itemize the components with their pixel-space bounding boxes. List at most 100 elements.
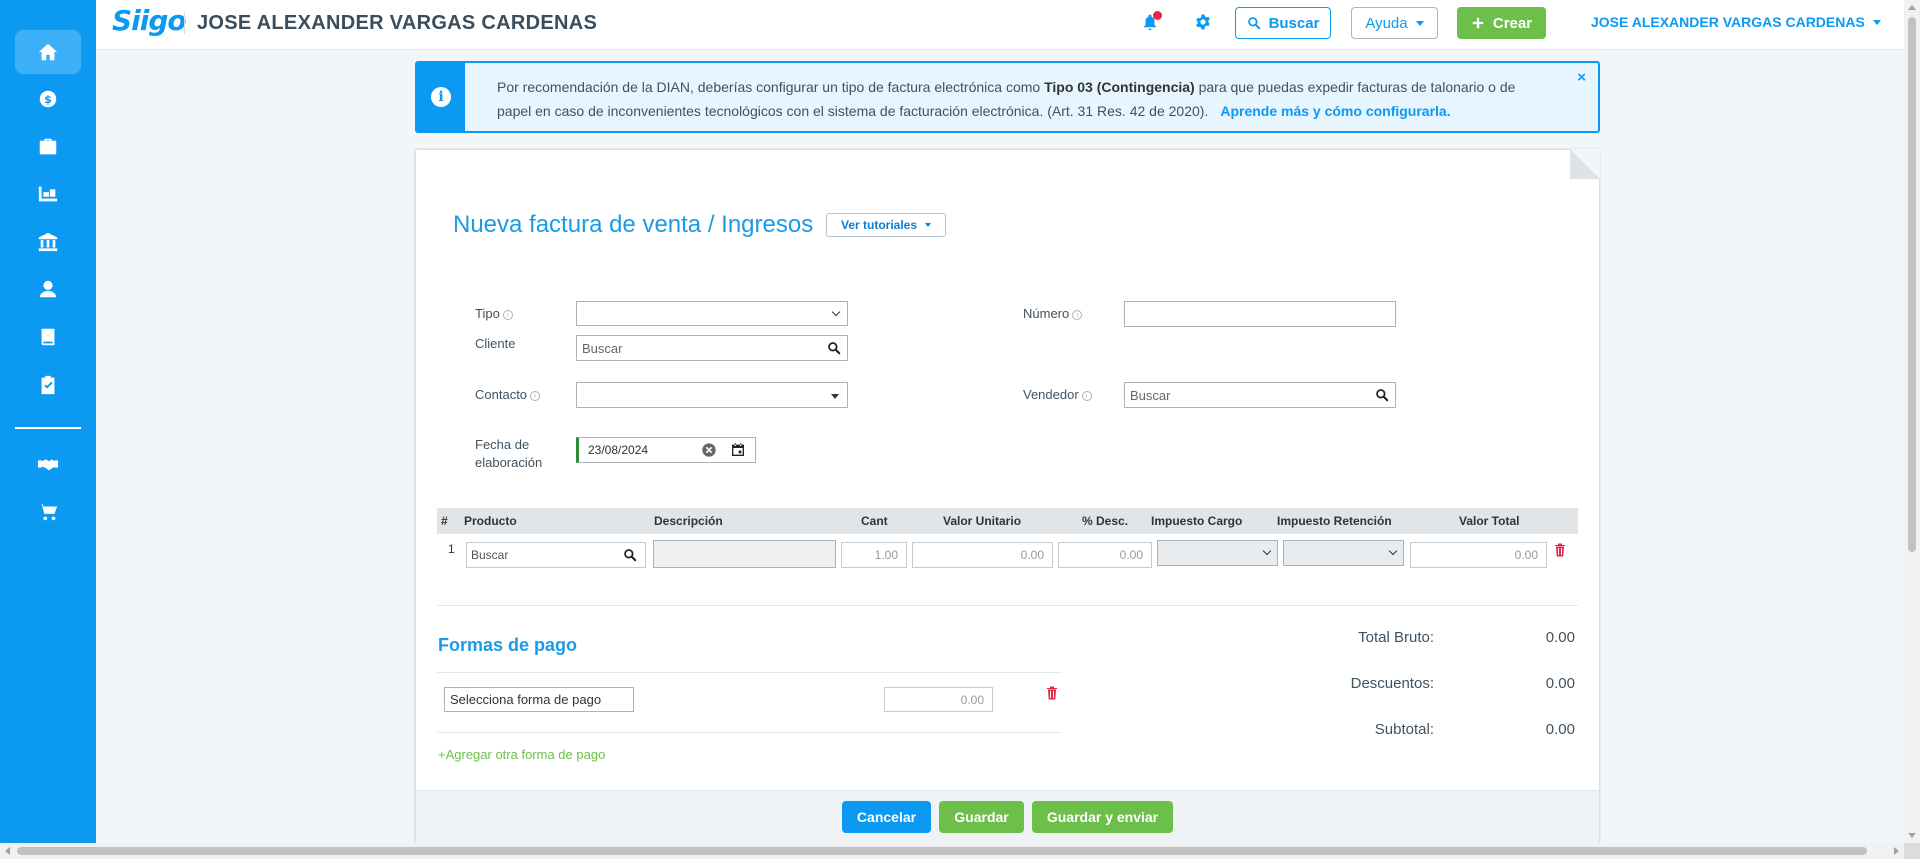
banner-close-icon[interactable]: × <box>1577 69 1586 86</box>
payment-divider-top <box>437 672 1062 673</box>
fecha-date-input[interactable]: 23/08/2024 <box>576 437 756 463</box>
sidebar-divider <box>15 427 81 429</box>
payment-amount-input[interactable]: 0.00 <box>884 687 993 712</box>
items-table-header: # Producto Descripción Cant Valor Unitar… <box>437 508 1578 534</box>
help-dropdown[interactable]: Ayuda <box>1351 7 1438 39</box>
header-search-button[interactable]: Buscar <box>1235 7 1331 39</box>
invoice-form-card: Nueva factura de venta / Ingresos Ver tu… <box>416 149 1600 843</box>
sidebar-item-contacts[interactable] <box>15 267 81 311</box>
payment-divider-bottom <box>437 732 1062 733</box>
sidebar-item-bank[interactable] <box>15 220 81 264</box>
notifications-button[interactable] <box>1141 11 1162 33</box>
clear-circle-icon[interactable] <box>701 442 717 458</box>
numero-input[interactable] <box>1124 301 1396 327</box>
impuesto-cargo-select[interactable] <box>1157 540 1278 566</box>
company-name: JOSE ALEXANDER VARGAS CARDENAS <box>197 12 598 34</box>
vertical-scrollbar[interactable] <box>1904 0 1920 843</box>
sidebar-item-home[interactable] <box>15 30 81 74</box>
page-fold-corner <box>1570 149 1600 179</box>
info-icon: i <box>1081 391 1092 401</box>
producto-search-input[interactable]: Buscar <box>466 542 646 568</box>
scroll-left-arrow-icon[interactable] <box>5 847 10 855</box>
tutorials-label: Ver tutoriales <box>840 218 918 232</box>
chevron-down-icon <box>1262 546 1272 556</box>
col-valor-unitario: Valor Unitario <box>943 514 1022 528</box>
save-and-send-button[interactable]: Guardar y enviar <box>1032 801 1173 833</box>
banner-text-bold: Tipo 03 (Contingencia) <box>1044 79 1195 95</box>
calendar-icon[interactable] <box>730 442 746 458</box>
page-title: Nueva factura de venta / Ingresos <box>453 211 814 238</box>
cant-input[interactable]: 1.00 <box>841 542 907 568</box>
tutorials-dropdown[interactable]: Ver tutoriales <box>826 213 946 237</box>
total-bruto-value: 0.00 <box>1545 629 1575 646</box>
add-payment-method-link[interactable]: +Agregar otra forma de pago <box>438 747 605 762</box>
descuentos-value: 0.00 <box>1545 675 1575 692</box>
gear-icon <box>1196 14 1210 30</box>
banner-message: Por recomendación de la DIAN, deberías c… <box>497 75 1547 123</box>
caret-down-icon <box>831 394 839 399</box>
vendedor-search-input[interactable]: Buscar <box>1124 382 1396 408</box>
horizontal-scrollbar[interactable] <box>0 843 1904 859</box>
scroll-up-arrow-icon[interactable] <box>1908 5 1916 10</box>
sidebar-item-tasks[interactable] <box>15 363 81 407</box>
tipo-select[interactable] <box>576 301 848 326</box>
trash-icon[interactable] <box>1554 543 1566 557</box>
sidebar: $ <box>0 0 96 843</box>
banner-text-pre: Por recomendación de la DIAN, deberías c… <box>497 79 1045 95</box>
scrollbar-corner <box>1904 843 1920 859</box>
info-icon: i <box>1072 310 1083 320</box>
vendedor-label: Vendedor i <box>1023 387 1092 402</box>
trash-icon[interactable] <box>1046 686 1058 700</box>
col-descripcion: Descripción <box>654 514 723 528</box>
plus-icon <box>1472 17 1484 29</box>
cliente-label: Cliente <box>475 336 516 351</box>
sidebar-item-store[interactable] <box>15 490 81 534</box>
contacto-select[interactable] <box>576 382 848 408</box>
save-button[interactable]: Guardar <box>939 801 1024 833</box>
sidebar-item-accounting[interactable] <box>15 315 81 359</box>
siigo-logo[interactable]: Siigo <box>112 4 187 44</box>
payment-section-title: Formas de pago <box>438 635 578 655</box>
valor-unitario-input[interactable]: 0.00 <box>912 542 1053 568</box>
handshake-icon <box>37 459 59 471</box>
chevron-down-icon <box>831 307 841 317</box>
banner-learn-more-link[interactable]: Aprende más y cómo configurarla. <box>1220 103 1450 119</box>
sidebar-item-income[interactable]: $ <box>15 77 81 121</box>
valor-total-input: 0.00 <box>1410 542 1547 568</box>
scroll-right-arrow-icon[interactable] <box>1894 847 1899 855</box>
cancel-button[interactable]: Cancelar <box>842 801 931 833</box>
fecha-label: Fecha de elaboración <box>475 437 543 470</box>
create-button[interactable]: Crear <box>1457 7 1546 39</box>
warehouse-icon <box>38 186 58 202</box>
vertical-scroll-thumb[interactable] <box>1908 17 1916 552</box>
sidebar-item-purchases[interactable] <box>15 125 81 169</box>
descripcion-textarea[interactable] <box>653 540 836 568</box>
horizontal-scroll-thumb[interactable] <box>17 847 1867 855</box>
numero-label: Número i <box>1023 306 1083 321</box>
scroll-down-arrow-icon[interactable] <box>1908 833 1916 838</box>
descuento-input[interactable]: 0.00 <box>1058 542 1152 568</box>
settings-button[interactable] <box>1194 13 1214 33</box>
header-search-label: Buscar <box>1268 14 1320 32</box>
bank-icon <box>38 232 58 252</box>
payment-method-select[interactable]: Selecciona forma de pago <box>444 687 634 712</box>
col-impuesto-retencion: Impuesto Retención <box>1277 514 1392 528</box>
search-icon <box>828 342 841 355</box>
notification-badge <box>1153 11 1162 20</box>
chevron-down-icon <box>1388 546 1398 556</box>
sidebar-item-partners[interactable] <box>15 442 81 486</box>
cliente-search-input[interactable]: Buscar <box>576 335 848 361</box>
banner-icon-column: i <box>417 63 465 131</box>
help-label: Ayuda <box>1365 14 1408 32</box>
col-valor-total: Valor Total <box>1459 514 1520 528</box>
impuesto-retencion-select[interactable] <box>1283 540 1404 566</box>
top-header: Siigo JOSE ALEXANDER VARGAS CARDENAS Bus… <box>96 0 1904 50</box>
sidebar-item-inventory[interactable] <box>15 172 81 216</box>
briefcase-icon <box>39 138 57 155</box>
col-num: # <box>441 514 448 528</box>
user-menu[interactable]: JOSE ALEXANDER VARGAS CARDENAS <box>1591 14 1881 30</box>
total-bruto-label: Total Bruto: <box>1358 629 1434 646</box>
caret-down-icon <box>925 223 932 227</box>
caret-down-icon <box>1415 20 1424 26</box>
info-icon: i <box>502 310 513 320</box>
